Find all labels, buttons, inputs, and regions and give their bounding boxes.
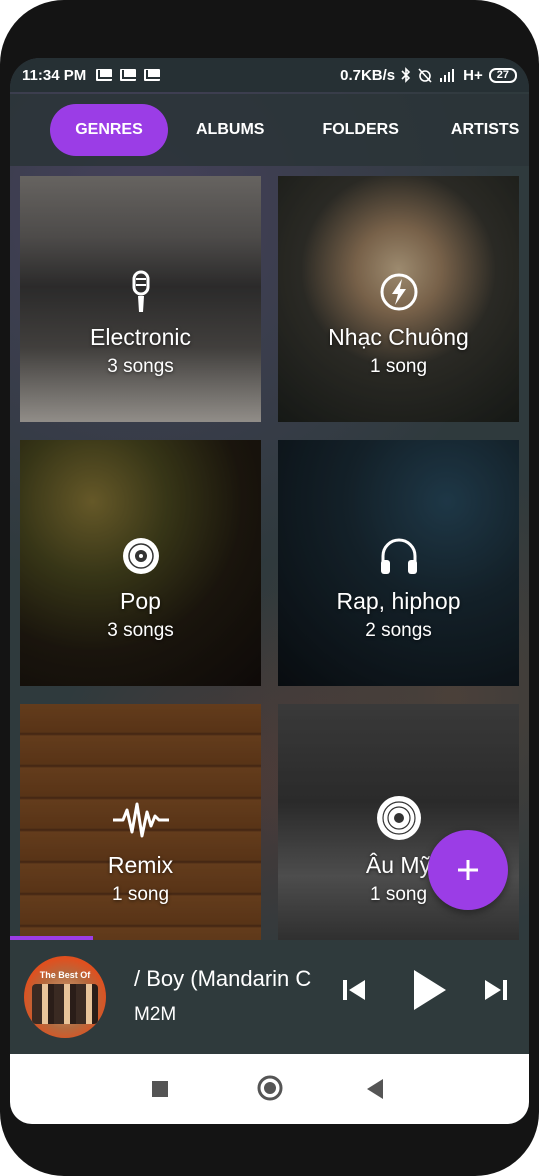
vinyl-icon (122, 538, 159, 574)
signal-icon (440, 69, 455, 82)
tab-bar: GENRES ALBUMS FOLDERS ARTISTS (10, 94, 529, 166)
tab-artists[interactable]: ARTISTS (451, 104, 519, 156)
genre-name: Electronic (90, 324, 191, 350)
mini-player[interactable]: The Best Of / Boy (Mandarin C M2M (10, 940, 529, 1054)
genre-count: 1 song (369, 356, 428, 377)
track-artist: M2M (134, 1004, 177, 1025)
track-title: / Boy (Mandarin C (134, 966, 312, 991)
alarm-off-icon (418, 68, 432, 83)
plus-icon (458, 860, 478, 880)
battery-icon: 27 (488, 67, 517, 83)
bluetooth-icon (401, 67, 411, 83)
back-icon[interactable] (366, 1078, 384, 1100)
mail-icon (144, 69, 161, 81)
genre-name: Rap, hiphop (336, 588, 461, 614)
genre-name: Pop (120, 588, 161, 614)
genre-name: Nhạc Chuông (328, 324, 469, 350)
tab-albums[interactable]: ALBUMS (196, 104, 264, 156)
phone-frame: 11:34 PM 0.7KB/s H+ 27 GENRES ALBUMS FOL… (0, 0, 539, 1176)
soundwave-icon (112, 802, 169, 838)
genre-name: Remix (107, 852, 174, 878)
status-bar: 11:34 PM 0.7KB/s H+ 27 (10, 58, 529, 92)
headphones-icon (380, 538, 417, 574)
lightning-icon (380, 273, 417, 311)
recents-icon[interactable] (151, 1080, 169, 1098)
add-button[interactable] (428, 830, 508, 910)
genre-tile-au-my[interactable]: Âu Mỹ 1 song (278, 704, 519, 950)
mail-icon (120, 69, 137, 81)
genre-count: 3 songs (107, 356, 174, 377)
genre-tile-rap-hiphop[interactable]: Rap, hiphop 2 songs (278, 440, 519, 686)
genre-tile-pop[interactable]: Pop 3 songs (20, 440, 261, 686)
tab-folders[interactable]: FOLDERS (322, 104, 398, 156)
genre-count: 1 song (111, 884, 170, 905)
genre-tile-remix[interactable]: Remix 1 song (20, 704, 261, 950)
network-type: H+ (463, 66, 483, 84)
album-art[interactable]: The Best Of (24, 956, 106, 1038)
record-icon (376, 796, 421, 840)
play-icon[interactable] (408, 968, 448, 1012)
home-icon[interactable] (256, 1074, 284, 1102)
mail-icon (96, 69, 113, 81)
genre-tile-electronic[interactable]: Electronic 3 songs (20, 176, 261, 422)
status-right: 0.7KB/s H+ 27 (340, 67, 517, 84)
album-label: The Best Of (39, 970, 91, 980)
skip-previous-icon[interactable] (340, 976, 368, 1004)
tab-genres[interactable]: GENRES (50, 104, 168, 156)
album-photo (32, 984, 98, 1024)
genre-count: 3 songs (107, 620, 174, 641)
genre-tile-nhac-chuong[interactable]: Nhạc Chuông 1 song (278, 176, 519, 422)
network-speed: 0.7KB/s (340, 66, 396, 84)
system-nav-bar (10, 1054, 529, 1124)
skip-next-icon[interactable] (482, 976, 510, 1004)
genre-count: 2 songs (365, 620, 432, 641)
screen: 11:34 PM 0.7KB/s H+ 27 GENRES ALBUMS FOL… (10, 58, 529, 1124)
microphone-icon (132, 270, 149, 312)
status-time: 11:34 PM (22, 66, 87, 84)
